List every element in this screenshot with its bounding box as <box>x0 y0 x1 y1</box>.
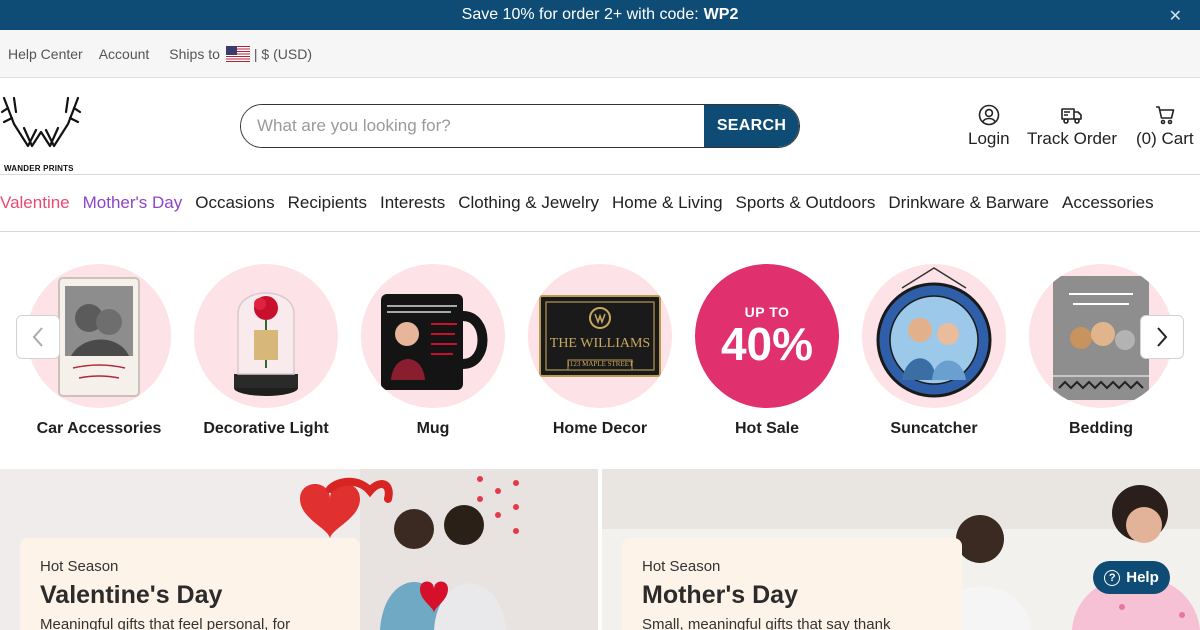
currency-label: | $ (USD) <box>253 45 312 62</box>
nav-item-occasions[interactable]: Occasions <box>195 193 274 213</box>
banner-subtitle: Meaningful gifts that feel personal, for <box>40 616 291 630</box>
search-input[interactable] <box>241 105 704 147</box>
category-carousel: Car Accessories Decorative Light Mug THE… <box>0 232 1200 469</box>
category-label: Decorative Light <box>203 420 329 437</box>
search-bar: SEARCH <box>240 104 800 148</box>
us-flag-icon <box>225 45 250 62</box>
nav-item-clothing-jewelry[interactable]: Clothing & Jewelry <box>458 193 599 213</box>
category-home-decor[interactable]: THE WILLIAMS 1123 MAPLE STREET Home Deco… <box>528 264 672 438</box>
ships-to-label: Ships to <box>169 45 220 62</box>
banner-title: Valentine's Day <box>40 581 223 609</box>
valentine-card: Hot Season Valentine's Day Meaningful gi… <box>20 538 360 630</box>
nav-item-drinkware-barware[interactable]: Drinkware & Barware <box>888 193 1049 213</box>
announcement-text: Save 10% for order 2+ with code: <box>461 6 699 23</box>
category-mug[interactable]: Mug <box>361 264 505 438</box>
category-hot-sale[interactable]: UP TO 40% Hot Sale <box>695 264 839 438</box>
category-label: Home Decor <box>552 420 648 437</box>
nav-item-interests[interactable]: Interests <box>380 193 445 213</box>
nav-item-accessories[interactable]: Accessories <box>1062 193 1154 213</box>
category-image <box>862 264 1006 408</box>
banner-kicker: Hot Season <box>642 558 721 575</box>
hot-sale-badge: UP TO 40% <box>695 264 839 408</box>
category-label: Car Accessories <box>36 420 162 437</box>
category-label: Bedding <box>1069 420 1133 437</box>
login-button[interactable]: Login <box>968 104 1010 149</box>
category-label: Mug <box>416 420 450 437</box>
chevron-left-icon <box>32 327 43 347</box>
close-icon[interactable]: ✕ <box>1169 6 1182 26</box>
carousel-next-button[interactable] <box>1140 315 1184 359</box>
banner-kicker: Hot Season <box>40 558 119 575</box>
track-order-button[interactable]: Track Order <box>1027 104 1117 149</box>
search-button[interactable]: SEARCH <box>704 105 799 147</box>
mothers-day-card: Hot Season Mother's Day Small, meaningfu… <box>622 538 962 630</box>
ships-to-selector[interactable]: Ships to | $ (USD) <box>169 45 312 62</box>
site-header: WANDER PRINTS SEARCH Login Track Order <box>0 78 1200 175</box>
help-center-link[interactable]: Help Center <box>8 46 83 62</box>
hot-sale-percent: 40% <box>720 318 814 370</box>
track-order-label: Track Order <box>1027 129 1118 148</box>
mothers-day-banner[interactable]: Hot Season Mother's Day Small, meaningfu… <box>602 469 1200 630</box>
category-image: THE WILLIAMS 1123 MAPLE STREET <box>528 264 672 408</box>
nav-item-recipients[interactable]: Recipients <box>288 193 367 213</box>
user-icon <box>978 104 1000 126</box>
utility-bar: Help Center Account Ships to | $ (USD) <box>0 30 1200 78</box>
announcement-bar: Save 10% for order 2+ with code: WP2 ✕ <box>0 0 1200 30</box>
logo-text: WANDER PRINTS <box>4 164 74 173</box>
cart-button[interactable]: (0) Cart <box>1136 104 1194 149</box>
category-decorative-light[interactable]: Decorative Light <box>194 264 338 438</box>
banner-subtitle: Small, meaningful gifts that say thank <box>642 616 891 630</box>
help-widget-button[interactable]: ? Help <box>1093 561 1170 594</box>
valentine-banner[interactable]: Hot Season Valentine's Day Meaningful gi… <box>0 469 598 630</box>
carousel-prev-button[interactable] <box>16 315 60 359</box>
nav-item-valentine[interactable]: Valentine <box>0 193 70 213</box>
logo[interactable]: WANDER PRINTS <box>0 94 82 173</box>
antlers-logo-icon <box>0 96 82 148</box>
category-label: Suncatcher <box>890 420 978 437</box>
nav-item-sports-outdoors[interactable]: Sports & Outdoors <box>736 193 876 213</box>
help-icon: ? <box>1104 569 1121 586</box>
nav-item-home-living[interactable]: Home & Living <box>612 193 723 213</box>
help-label: Help <box>1126 569 1159 586</box>
nav-item-mothers-day[interactable]: Mother's Day <box>83 193 183 213</box>
cart-icon <box>1155 106 1175 125</box>
category-image <box>194 264 338 408</box>
category-label: Hot Sale <box>734 420 799 437</box>
chevron-right-icon <box>1157 327 1168 347</box>
truck-icon <box>1061 108 1082 124</box>
main-nav: Valentine Mother's Day Occasions Recipie… <box>0 175 1200 232</box>
sign-subtext: 1123 MAPLE STREET <box>566 360 634 368</box>
promo-code: WP2 <box>703 6 739 23</box>
account-link[interactable]: Account <box>99 46 150 62</box>
sign-text: THE WILLIAMS <box>549 336 651 351</box>
banner-title: Mother's Day <box>642 581 798 609</box>
category-suncatcher[interactable]: Suncatcher <box>862 264 1006 438</box>
cart-label: (0) Cart <box>1136 129 1194 148</box>
login-label: Login <box>968 129 1010 148</box>
category-image <box>361 264 505 408</box>
